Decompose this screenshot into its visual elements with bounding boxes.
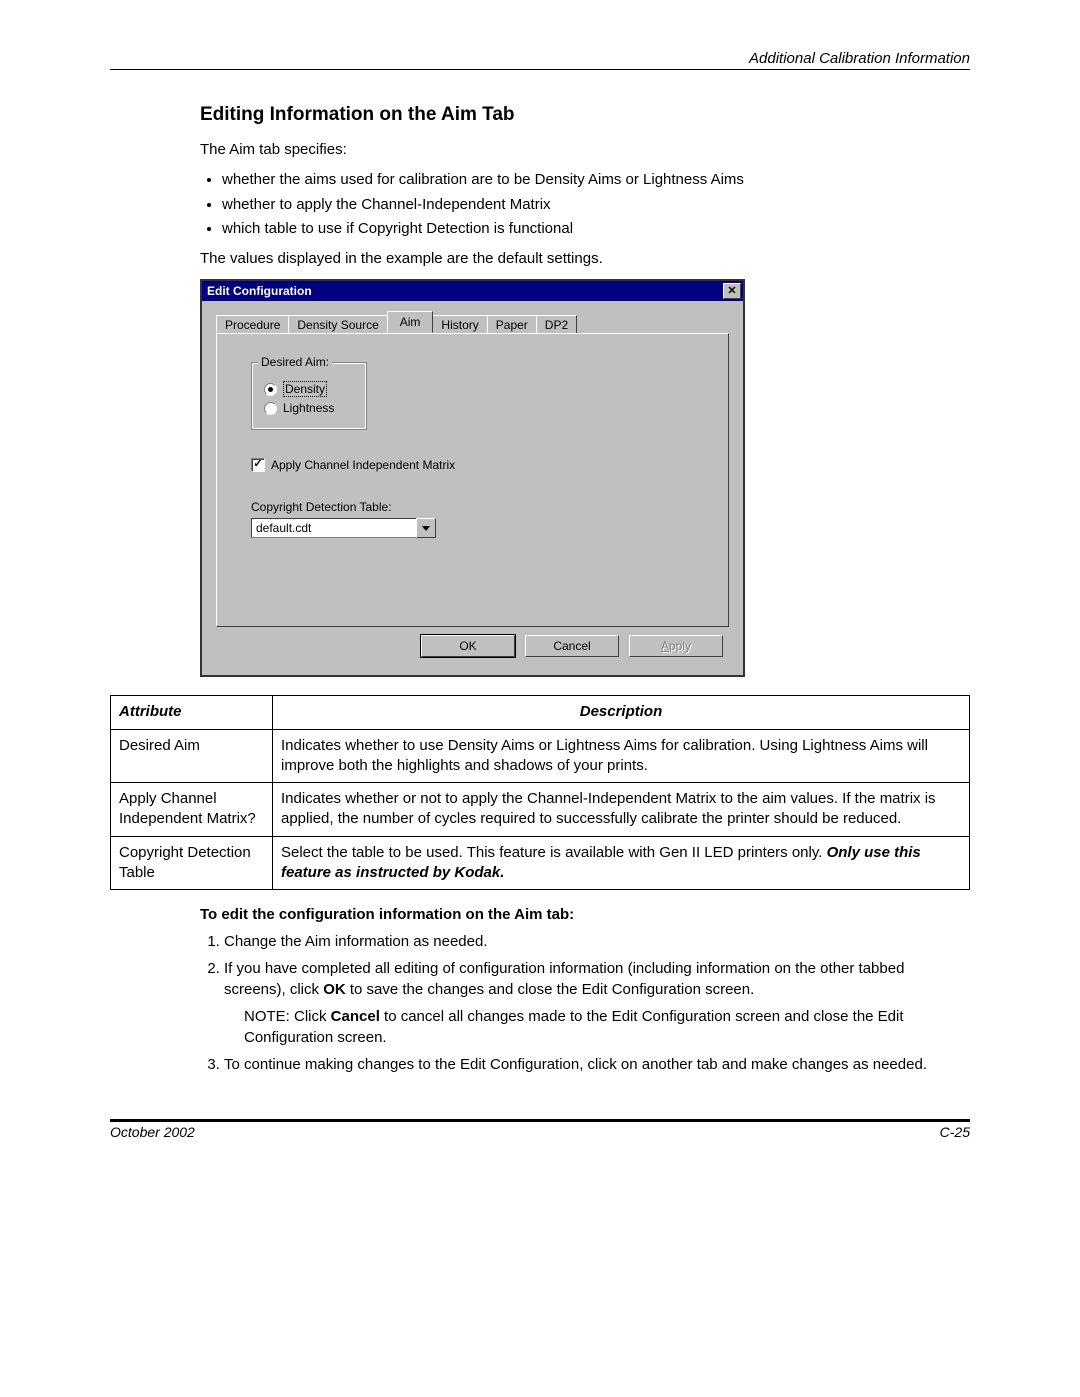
tab-aim[interactable]: Aim [387, 311, 434, 333]
step-item: Change the Aim information as needed. [224, 931, 970, 952]
footer-right: C-25 [940, 1124, 970, 1140]
intro-bullets: whether the aims used for calibration ar… [200, 170, 970, 239]
radio-lightness[interactable]: Lightness [264, 401, 354, 415]
tab-paper[interactable]: Paper [487, 315, 537, 334]
tab-dp2[interactable]: DP2 [536, 315, 577, 334]
col-description: Description [273, 696, 970, 729]
intro-text: The Aim tab specifies: [200, 140, 970, 160]
col-attribute: Attribute [111, 696, 273, 729]
dialog-title: Edit Configuration [207, 284, 312, 298]
table-row: Desired Aim Indicates whether to use Den… [111, 729, 970, 783]
attr-cell: Apply Channel Independent Matrix? [111, 783, 273, 837]
desc-cell: Indicates whether to use Density Aims or… [273, 729, 970, 783]
checkbox-icon: ✓ [251, 458, 265, 472]
note-bold: Cancel [331, 1008, 380, 1025]
attr-cell: Desired Aim [111, 729, 273, 783]
chevron-down-icon[interactable] [416, 518, 436, 538]
checkbox-label: Apply Channel Independent Matrix [271, 458, 455, 472]
radio-label: Density [283, 381, 327, 397]
tab-panel-aim: Desired Aim: Density Lightness ✓ [216, 333, 729, 627]
radio-label: Lightness [283, 401, 334, 415]
procedure-heading: To edit the configuration information on… [200, 906, 970, 923]
step-item: If you have completed all editing of con… [224, 958, 970, 1048]
radio-icon [264, 402, 277, 415]
copyright-label: Copyright Detection Table: [251, 500, 704, 514]
footer-left: October 2002 [110, 1124, 195, 1140]
tab-density-source[interactable]: Density Source [288, 315, 387, 334]
header-right: Additional Calibration Information [749, 50, 970, 67]
desired-aim-group: Desired Aim: Density Lightness [251, 362, 367, 430]
tab-history[interactable]: History [432, 315, 487, 334]
bullet-item: whether to apply the Channel-Independent… [222, 195, 970, 215]
step-text: to save the changes and close the Edit C… [346, 981, 755, 998]
section-title: Editing Information on the Aim Tab [200, 104, 970, 126]
bullet-item: which table to use if Copyright Detectio… [222, 219, 970, 239]
apply-button[interactable]: Apply [629, 635, 723, 657]
copyright-table-select[interactable]: default.cdt [251, 518, 436, 538]
cancel-button[interactable]: Cancel [525, 635, 619, 657]
table-row: Copyright Detection Table Select the tab… [111, 836, 970, 890]
page-footer: October 2002 C-25 [110, 1119, 970, 1140]
apply-matrix-checkbox[interactable]: ✓ Apply Channel Independent Matrix [251, 458, 704, 472]
step-bold: OK [323, 981, 346, 998]
table-row: Apply Channel Independent Matrix? Indica… [111, 783, 970, 837]
attribute-table: Attribute Description Desired Aim Indica… [110, 695, 970, 890]
close-icon[interactable]: ✕ [723, 283, 741, 299]
desc-text: Select the table to be used. This featur… [281, 844, 827, 861]
desc-cell: Select the table to be used. This featur… [273, 836, 970, 890]
step-item: To continue making changes to the Edit C… [224, 1054, 970, 1075]
radio-density[interactable]: Density [264, 381, 354, 397]
bullet-item: whether the aims used for calibration ar… [222, 170, 970, 190]
desc-cell: Indicates whether or not to apply the Ch… [273, 783, 970, 837]
edit-configuration-dialog: Edit Configuration ✕ Procedure Density S… [200, 279, 745, 677]
group-legend: Desired Aim: [258, 355, 332, 369]
note-text: NOTE: Click [244, 1008, 331, 1025]
combo-value: default.cdt [251, 518, 416, 538]
defaults-note: The values displayed in the example are … [200, 249, 970, 269]
step-note: NOTE: Click Cancel to cancel all changes… [244, 1006, 970, 1048]
dialog-titlebar: Edit Configuration ✕ [202, 281, 743, 301]
tab-procedure[interactable]: Procedure [216, 315, 289, 334]
dialog-button-row: OK Cancel Apply [216, 627, 729, 663]
radio-icon [264, 383, 277, 396]
page-header: Additional Calibration Information [110, 50, 970, 70]
tab-strip: Procedure Density Source Aim History Pap… [216, 311, 729, 333]
attr-cell: Copyright Detection Table [111, 836, 273, 890]
table-header-row: Attribute Description [111, 696, 970, 729]
ok-button[interactable]: OK [421, 635, 515, 657]
procedure-steps: Change the Aim information as needed. If… [200, 931, 970, 1075]
